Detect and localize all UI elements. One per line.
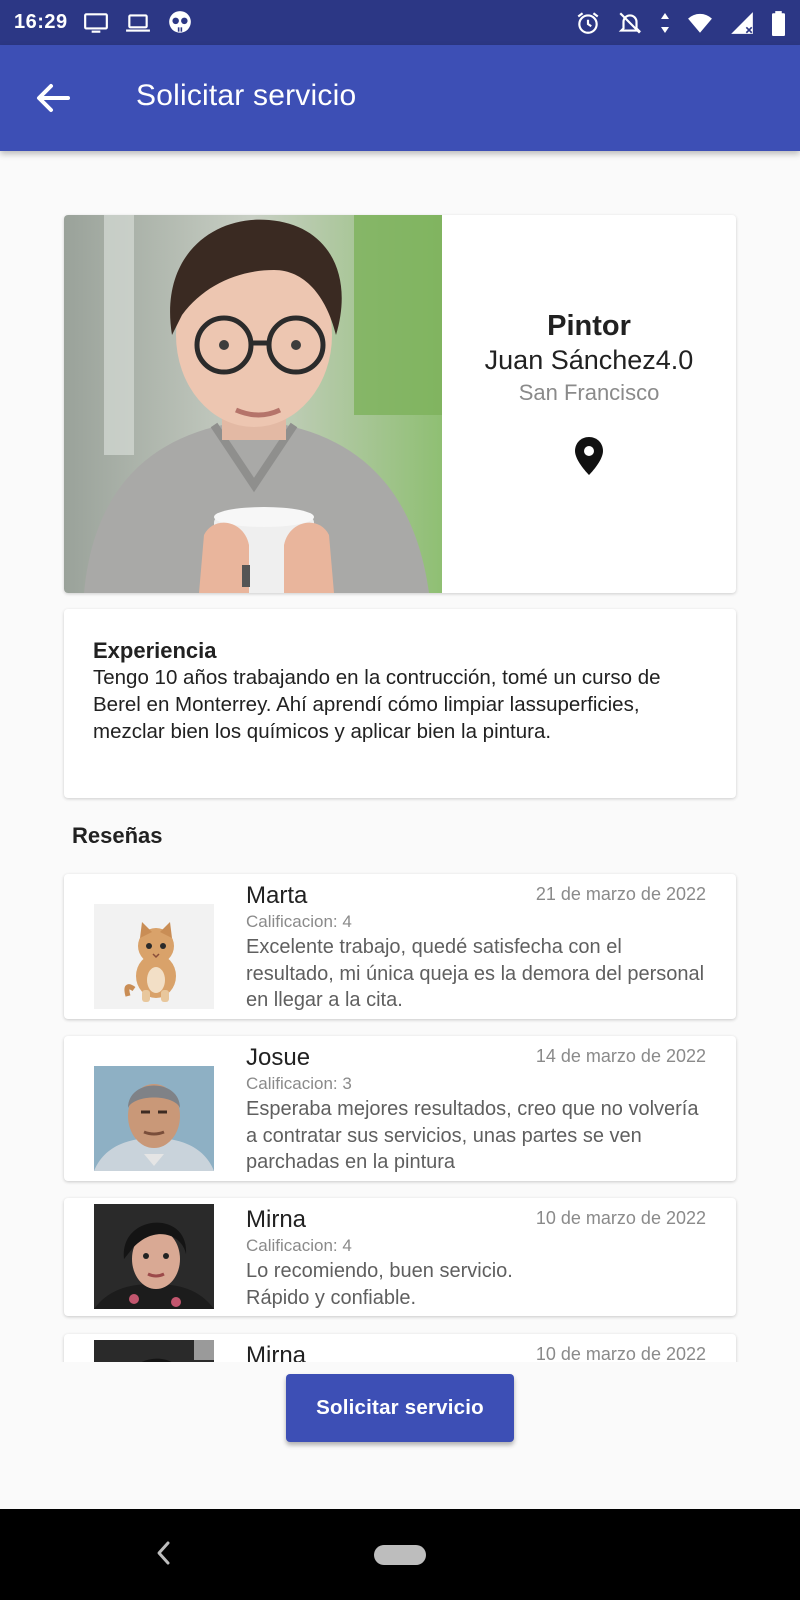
reviewer-name: Mirna (246, 1206, 307, 1233)
request-service-button[interactable]: Solicitar servicio (286, 1374, 514, 1442)
review-rating: Calificacion: 4 (246, 1236, 352, 1255)
review-card[interactable]: Marta 21 de marzo de 2022 Calificacion: … (64, 874, 736, 1019)
nav-home-pill-icon[interactable] (374, 1545, 426, 1565)
review-date: 14 de marzo de 2022 (535, 1046, 706, 1066)
reviewer-name: Mirna (246, 1342, 307, 1362)
review-card[interactable]: Mirna 10 de marzo de 2022 Calificacion: … (64, 1198, 736, 1316)
review-card[interactable]: Josue 14 de marzo de 2022 Calificacion: … (64, 1036, 736, 1181)
review-text: Lo recomiendo, buen servicio. Rápido y c… (246, 1260, 513, 1309)
profile-card: Pintor Juan Sánchez4.0 San Francisco (64, 215, 736, 593)
system-nav-bar (0, 1509, 800, 1600)
status-time: 16:29 (14, 11, 68, 33)
signal-icon (728, 9, 756, 37)
reviewer-avatar (94, 1066, 214, 1171)
reviews-list[interactable]: Marta 21 de marzo de 2022 Calificacion: … (60, 870, 740, 1362)
review-rating: Calificacion: 4 (246, 912, 352, 931)
reviewer-avatar (94, 1340, 214, 1362)
battery-icon (770, 9, 786, 37)
reviews-heading: Reseñas (72, 823, 163, 848)
reviewer-name: Josue (246, 1044, 311, 1071)
profile-info: Pintor Juan Sánchez4.0 San Francisco (442, 215, 736, 593)
app-bar: Solicitar servicio (0, 45, 800, 151)
review-date: 10 de marzo de 2022 (535, 1208, 706, 1228)
reviewer-name: Marta (246, 882, 308, 909)
page-title: Solicitar servicio (136, 79, 357, 112)
wifi-icon (686, 9, 714, 37)
alarm-icon (574, 9, 602, 37)
monitor-icon (82, 9, 110, 37)
back-button[interactable] (30, 75, 76, 121)
profile-photo (64, 215, 442, 593)
experience-card: Experiencia Tengo 10 años trabajando en … (64, 609, 736, 798)
review-date: 21 de marzo de 2022 (535, 884, 706, 904)
nav-back-icon[interactable] (150, 1535, 178, 1571)
status-bar: 16:29 (0, 0, 800, 45)
skull-icon (166, 9, 194, 37)
experience-title: Experiencia (93, 638, 217, 663)
notifications-off-icon (616, 9, 644, 37)
experience-text: Tengo 10 años trabajando en la contrucci… (93, 666, 661, 743)
review-text: Excelente trabajo, quedé satisfecha con … (246, 936, 705, 1011)
location-pin-icon[interactable] (574, 436, 604, 476)
worker-name: Juan Sánchez4.0 (484, 345, 694, 375)
data-arrows-icon (658, 9, 672, 37)
review-date: 10 de marzo de 2022 (535, 1344, 706, 1362)
review-rating: Calificacion: 3 (246, 1074, 352, 1093)
review-card[interactable]: Mirna 10 de marzo de 2022 (64, 1334, 736, 1362)
arrow-back-icon (37, 84, 70, 112)
reviewer-avatar (94, 1204, 214, 1309)
reviewer-avatar (94, 904, 214, 1009)
worker-profession: Pintor (547, 310, 631, 342)
worker-city: San Francisco (518, 380, 660, 405)
laptop-icon (124, 9, 152, 37)
review-text: Esperaba mejores resultados, creo que no… (246, 1098, 699, 1173)
